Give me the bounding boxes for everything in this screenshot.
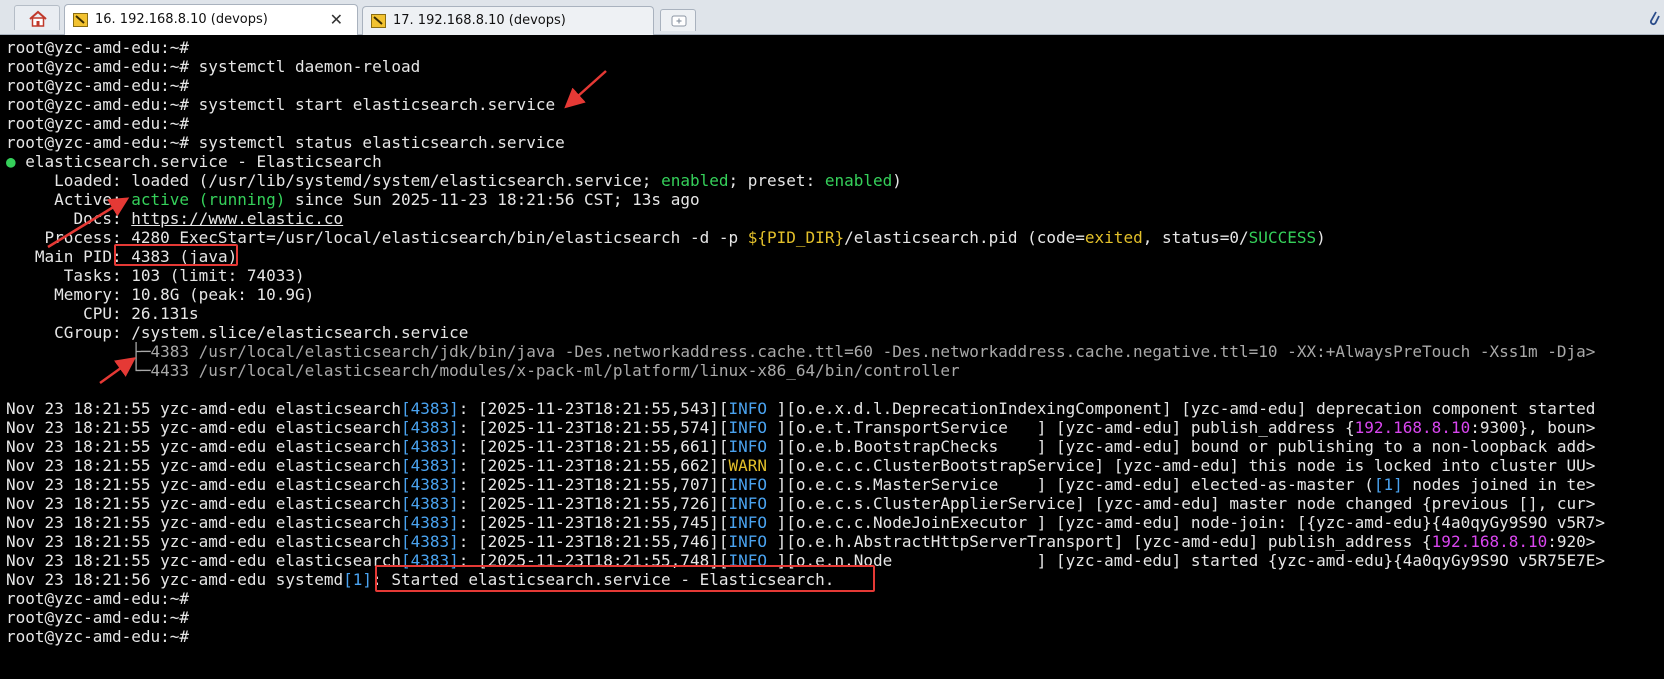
- tab-label: 16. 192.168.8.10 (devops): [95, 12, 268, 27]
- terminal-session-icon: [73, 13, 88, 27]
- annotation-arrows: [47, 70, 607, 385]
- home-icon: [29, 10, 47, 27]
- close-tab-icon[interactable]: ✕: [330, 10, 343, 29]
- terminal-session-icon: [371, 14, 386, 28]
- tab-label: 17. 192.168.8.10 (devops): [393, 13, 566, 28]
- tab-bar: 16. 192.168.8.10 (devops) ✕ 17. 192.168.…: [0, 0, 1664, 35]
- terminal-app-window: 16. 192.168.8.10 (devops) ✕ 17. 192.168.…: [0, 0, 1664, 679]
- attachment-icon[interactable]: [1648, 8, 1660, 32]
- new-tab-button[interactable]: [660, 9, 696, 31]
- arrow-icon: [99, 357, 137, 385]
- arrow-icon: [564, 70, 607, 109]
- tab-session-16[interactable]: 16. 192.168.8.10 (devops) ✕: [64, 4, 358, 35]
- new-tab-icon: [671, 15, 687, 27]
- terminal-output[interactable]: root@yzc-amd-edu:~# root@yzc-amd-edu:~# …: [0, 35, 1664, 679]
- tab-session-17[interactable]: 17. 192.168.8.10 (devops): [362, 6, 654, 35]
- arrow-icon: [47, 197, 130, 249]
- home-button[interactable]: [14, 5, 60, 30]
